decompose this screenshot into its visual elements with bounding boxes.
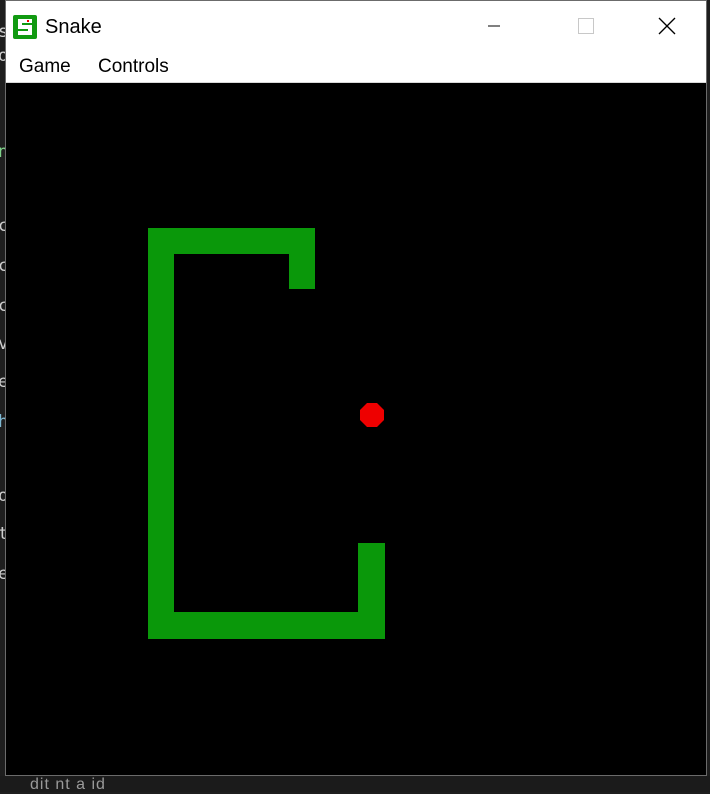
snake-window: Snake Game Controls — [5, 0, 707, 776]
menu-controls[interactable]: Controls — [96, 56, 171, 78]
snake-app-icon — [13, 15, 37, 39]
snake-segment — [358, 543, 385, 639]
minimize-button[interactable] — [471, 1, 517, 50]
game-board-svg — [148, 228, 385, 639]
background-status-bar — [0, 776, 710, 792]
minimize-icon — [488, 25, 500, 26]
maximize-icon — [578, 17, 594, 34]
menu-bar: Game Controls — [6, 50, 706, 83]
snake-segment — [289, 228, 315, 289]
title-bar[interactable]: Snake — [6, 1, 706, 50]
snake — [148, 228, 385, 639]
food-pellet — [360, 403, 384, 427]
close-icon — [658, 17, 676, 34]
snake-segment — [148, 228, 174, 639]
snake-segment — [148, 612, 385, 639]
close-button[interactable] — [644, 1, 690, 50]
game-board[interactable] — [6, 83, 706, 775]
background-status-text: dit nt a id — [30, 776, 106, 793]
maximize-button[interactable] — [563, 1, 609, 50]
window-title: Snake — [45, 16, 102, 38]
menu-game[interactable]: Game — [17, 56, 73, 78]
